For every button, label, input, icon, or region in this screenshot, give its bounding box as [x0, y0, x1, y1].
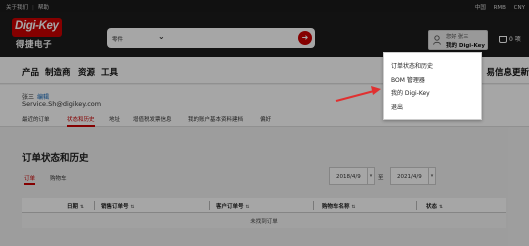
- table-header: 日期 ⇅ 销售订单号 ⇅ 客户订单号 ⇅ 购物车名称 ⇅ 状态 ⇅: [22, 198, 506, 213]
- sort-icon: ⇅: [351, 205, 356, 210]
- search-category-select[interactable]: 零件: [112, 35, 123, 43]
- tab-account-profile[interactable]: 我的账户基本资料建档: [188, 115, 243, 127]
- user-icon: [433, 35, 441, 45]
- column-header-status[interactable]: 状态 ⇅: [426, 202, 443, 210]
- menu-item-my-digikey[interactable]: 我的 Digi-Key: [391, 88, 430, 97]
- orders-table: 日期 ⇅ 销售订单号 ⇅ 客户订单号 ⇅ 购物车名称 ⇅ 状态 ⇅ 未找到订单: [22, 198, 506, 228]
- nav-item-manufacturers[interactable]: 制造商: [45, 66, 71, 78]
- nav-item-products[interactable]: 产品: [22, 66, 39, 78]
- sort-icon: ⇅: [245, 205, 250, 210]
- chevron-down-icon[interactable]: ▾: [428, 167, 436, 185]
- cart-icon: [499, 36, 507, 43]
- sort-icon: ⇅: [80, 205, 84, 210]
- digikey-logo[interactable]: Digi-Key 得捷电子: [12, 18, 62, 50]
- account-dropdown-menu: 订单状态和历史 BOM 管理器 我的 Digi-Key 退出: [383, 52, 482, 120]
- column-header-date[interactable]: 日期 ⇅: [67, 202, 84, 210]
- divider: [313, 201, 314, 210]
- chevron-down-icon[interactable]: ▾: [367, 167, 375, 185]
- divider: [416, 201, 417, 210]
- top-utility-bar: 关于我们 | 帮助 中国 RMB CNY: [0, 0, 529, 12]
- menu-item-bom-manager[interactable]: BOM 管理器: [391, 75, 425, 84]
- account-label: 我的 Digi-Key: [446, 43, 485, 49]
- tab-vat-invoice[interactable]: 增值税发票信息: [133, 115, 172, 127]
- sort-icon: ⇅: [439, 205, 443, 210]
- column-label: 客户订单号: [216, 204, 244, 210]
- divider: [94, 201, 95, 210]
- my-account-button[interactable]: 您好 张三 我的 Digi-Key: [428, 30, 488, 50]
- tab-status-history[interactable]: 状态和历史: [67, 115, 95, 127]
- column-header-cart-name[interactable]: 购物车名称 ⇅: [322, 202, 355, 210]
- logo-text: Digi-Key: [12, 18, 62, 37]
- nav-info-update[interactable]: 易信息更新: [486, 66, 529, 78]
- divider: [209, 201, 210, 210]
- account-greeting: 您好 张三: [446, 34, 469, 40]
- column-label: 状态: [426, 204, 438, 210]
- subtab-orders[interactable]: 订单: [24, 174, 36, 185]
- page-title: 订单状态和历史: [22, 153, 89, 164]
- subtab-carts[interactable]: 购物车: [50, 174, 67, 185]
- column-header-sales-order[interactable]: 销售订单号 ⇅: [101, 202, 134, 210]
- column-header-customer-order[interactable]: 客户订单号 ⇅: [216, 202, 249, 210]
- column-label: 购物车名称: [322, 204, 350, 210]
- arrow-right-icon: ➜: [301, 33, 309, 42]
- menu-item-order-status[interactable]: 订单状态和历史: [391, 61, 433, 70]
- nav-item-tools[interactable]: 工具: [101, 66, 118, 78]
- divider: |: [32, 5, 34, 11]
- search-bar[interactable]: 零件 ⌄ ➜: [107, 28, 315, 48]
- currency-selector[interactable]: RMB: [494, 5, 506, 11]
- cart-count: 0 项: [509, 36, 521, 43]
- help-link[interactable]: 帮助: [38, 5, 49, 11]
- column-label: 销售订单号: [101, 204, 129, 210]
- nav-item-resources[interactable]: 资源: [78, 66, 95, 78]
- logo-subtitle: 得捷电子: [16, 40, 53, 50]
- tab-preferences[interactable]: 偏好: [260, 115, 271, 127]
- column-label: 日期: [67, 204, 79, 210]
- tab-recent-orders[interactable]: 最近的订单: [22, 115, 50, 127]
- currency-code[interactable]: CNY: [514, 5, 525, 11]
- menu-item-logout[interactable]: 退出: [391, 102, 403, 111]
- date-range-separator: 至: [378, 175, 384, 181]
- country-selector[interactable]: 中国: [475, 5, 486, 11]
- profile-email: Service.Sh@digikey.com: [22, 100, 102, 108]
- chevron-down-icon[interactable]: ⌄: [158, 32, 165, 41]
- tab-addresses[interactable]: 地址: [109, 115, 120, 127]
- search-submit-button[interactable]: ➜: [298, 31, 312, 45]
- cart-button[interactable]: 0 项: [499, 34, 521, 43]
- sort-icon: ⇅: [130, 205, 135, 210]
- empty-table-message: 未找到订单: [22, 213, 506, 228]
- about-link[interactable]: 关于我们: [6, 5, 28, 11]
